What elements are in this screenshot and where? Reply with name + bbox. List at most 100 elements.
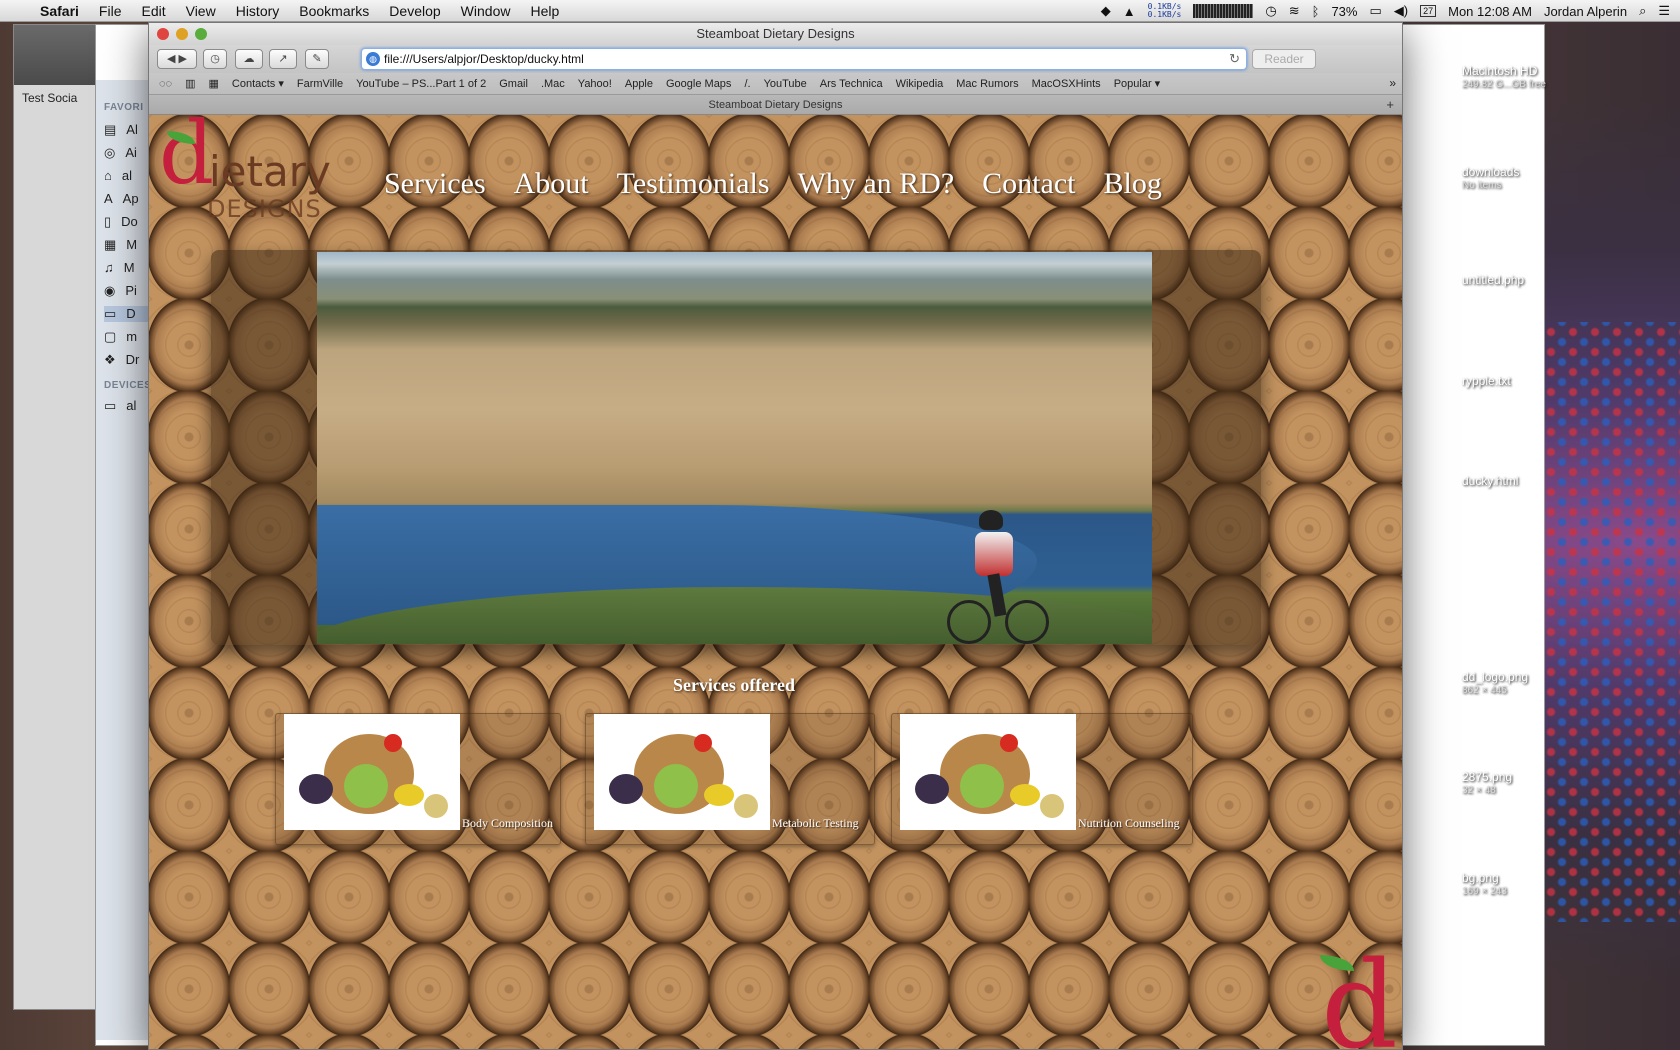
service-card-nutrition-counseling[interactable]: Nutrition Counseling bbox=[891, 713, 1193, 845]
nav-testimonials[interactable]: Testimonials bbox=[617, 167, 770, 201]
nav-contact[interactable]: Contact bbox=[982, 167, 1075, 201]
bookmark-slashdot[interactable]: /. bbox=[744, 78, 750, 90]
battery-icon[interactable]: ▭ bbox=[1369, 3, 1381, 19]
nav-services[interactable]: Services bbox=[384, 167, 486, 201]
address-bar[interactable]: ◍ file:///Users/alpjor/Desktop/ducky.htm… bbox=[361, 48, 1247, 70]
desktop-icon-downloads[interactable]: downloads No items bbox=[1462, 165, 1572, 193]
site-nav: Services About Testimonials Why an RD? C… bbox=[384, 167, 1162, 201]
desktop-icon-ducky-html[interactable]: ducky.html bbox=[1462, 474, 1572, 488]
user-name[interactable]: Jordan Alperin bbox=[1544, 4, 1627, 19]
nav-why-an-rd[interactable]: Why an RD? bbox=[798, 167, 955, 201]
bookmark-farmville[interactable]: FarmVille bbox=[297, 78, 343, 90]
new-tab-icon[interactable]: + bbox=[1386, 95, 1394, 115]
nav-about[interactable]: About bbox=[514, 167, 589, 201]
cpu-graph-icon[interactable] bbox=[1193, 4, 1254, 18]
laptop-icon: ▭ bbox=[104, 398, 117, 413]
service-card-body-composition[interactable]: Body Composition bbox=[275, 713, 561, 845]
wifi-icon[interactable]: ≋ bbox=[1289, 3, 1300, 19]
bookmark-apple[interactable]: Apple bbox=[625, 78, 653, 90]
finder-item-label: Al bbox=[126, 122, 138, 137]
menu-history[interactable]: History bbox=[226, 3, 290, 19]
window-controls bbox=[157, 28, 207, 40]
history-icon[interactable]: ◷ bbox=[203, 49, 227, 69]
menu-window[interactable]: Window bbox=[451, 3, 521, 19]
bookmark-google-maps[interactable]: Google Maps bbox=[666, 78, 731, 90]
calendar-icon[interactable]: 27 bbox=[1420, 5, 1437, 17]
nav-blog[interactable]: Blog bbox=[1103, 167, 1161, 201]
share-icon[interactable]: ↗ bbox=[269, 49, 297, 69]
desktop-icon-dd-logo-png[interactable]: dd_logo.png 862 × 445 bbox=[1462, 670, 1572, 698]
menu-edit[interactable]: Edit bbox=[131, 3, 175, 19]
zoom-button[interactable] bbox=[195, 28, 207, 40]
notification-list-icon[interactable]: ☰ bbox=[1658, 3, 1670, 19]
reading-list-icon[interactable]: ◌◌ bbox=[159, 78, 172, 90]
menu-bookmarks[interactable]: Bookmarks bbox=[289, 3, 379, 19]
bookmark-wikipedia[interactable]: Wikipedia bbox=[896, 78, 944, 90]
folder-icon: ▤ bbox=[104, 122, 117, 137]
finder-item-label: m bbox=[126, 329, 138, 344]
close-button[interactable] bbox=[157, 28, 169, 40]
cyclist-helmet bbox=[979, 510, 1003, 530]
background-tab-title[interactable]: Test Socia bbox=[22, 91, 77, 105]
desktop-icon-label: downloads bbox=[1462, 165, 1520, 179]
service-label[interactable]: Nutrition Counseling bbox=[1078, 816, 1180, 831]
desktop-icon-untitled-php[interactable]: untitled.php bbox=[1462, 273, 1572, 287]
bookmark-mac-rumors[interactable]: Mac Rumors bbox=[956, 78, 1018, 90]
icloud-tabs-icon[interactable]: ☁ bbox=[235, 49, 263, 69]
bookmark-youtube-ps[interactable]: YouTube – PS...Part 1 of 2 bbox=[356, 78, 486, 90]
bookmark-popular[interactable]: Popular ▾ bbox=[1114, 77, 1161, 90]
desktop-icon-bg-png[interactable]: bg.png 169 × 243 bbox=[1462, 871, 1572, 899]
globe-icon: ◍ bbox=[366, 52, 380, 66]
service-card-metabolic-testing[interactable]: Metabolic Testing bbox=[585, 713, 875, 845]
reload-icon[interactable]: ↻ bbox=[1229, 49, 1240, 69]
cyclist-leg bbox=[987, 573, 1007, 617]
develop-tools-icon[interactable]: ✎ bbox=[305, 49, 329, 69]
time-machine-icon[interactable]: ◷ bbox=[1265, 3, 1276, 19]
more-bookmarks-icon[interactable]: » bbox=[1389, 76, 1396, 90]
desktop-icon-2875-png[interactable]: 2875.png 32 × 48 bbox=[1462, 770, 1572, 798]
tomato-shape bbox=[384, 734, 402, 752]
finder-item-label: M bbox=[123, 260, 135, 275]
address-bar-url[interactable]: file:///Users/alpjor/Desktop/ducky.html bbox=[384, 52, 584, 66]
bookmark-youtube[interactable]: YouTube bbox=[764, 78, 807, 90]
bookmark-ars-technica[interactable]: Ars Technica bbox=[820, 78, 883, 90]
reader-button[interactable]: Reader bbox=[1252, 49, 1316, 69]
cabbage-shape bbox=[960, 764, 1004, 808]
finder-item-label: Pi bbox=[125, 283, 137, 298]
site-logo[interactable]: d ietary DESIGNS bbox=[159, 115, 359, 223]
desktop-icon-rypple-txt[interactable]: rypple.txt bbox=[1462, 374, 1572, 388]
dropbox-icon[interactable]: ◆ bbox=[1101, 3, 1111, 19]
menu-view[interactable]: View bbox=[176, 3, 226, 19]
desktop-icon-label: untitled.php bbox=[1462, 273, 1525, 287]
bookmark-contacts[interactable]: Contacts ▾ bbox=[232, 77, 284, 90]
bookmark-yahoo[interactable]: Yahoo! bbox=[578, 78, 612, 90]
battery-percent[interactable]: 73% bbox=[1331, 4, 1357, 19]
service-label[interactable]: Metabolic Testing bbox=[772, 816, 859, 831]
finder-sidebar: FAVORI ▤ Al ◎ Ai ⌂ al A Ap ▯ Do ▦ M ♫ M ◉ Pi ▭ D … bbox=[96, 80, 164, 1040]
back-forward-button[interactable]: ◀ ▶ bbox=[157, 49, 197, 69]
safari-window[interactable]: Steamboat Dietary Designs ◀ ▶ ◷ ☁ ↗ ✎ ◍ … bbox=[148, 22, 1403, 1050]
clock[interactable]: Mon 12:08 AM bbox=[1448, 4, 1532, 19]
bookmark-macosxhints[interactable]: MacOSXHints bbox=[1032, 78, 1101, 90]
bike-wheel bbox=[1005, 600, 1049, 644]
menu-help[interactable]: Help bbox=[520, 3, 569, 19]
bookmark-gmail[interactable]: Gmail bbox=[499, 78, 528, 90]
tab-title[interactable]: Steamboat Dietary Designs bbox=[709, 99, 843, 111]
minimize-button[interactable] bbox=[176, 28, 188, 40]
service-label[interactable]: Body Composition bbox=[462, 816, 553, 831]
desktop-icon-label: 2875.png bbox=[1462, 770, 1513, 784]
bluetooth-icon[interactable]: ᛒ bbox=[1312, 4, 1320, 19]
tomato-shape bbox=[694, 734, 712, 752]
drive-icon[interactable]: ▲ bbox=[1123, 4, 1136, 19]
desktop-icon-macintosh-hd[interactable]: Macintosh HD 249.82 G...GB free bbox=[1462, 64, 1572, 92]
spotlight-search-icon[interactable]: ⌕ bbox=[1639, 3, 1646, 19]
volume-icon[interactable]: ◀) bbox=[1394, 3, 1408, 19]
services-heading: Services offered bbox=[672, 675, 796, 695]
menu-app-name[interactable]: Safari bbox=[30, 3, 89, 19]
bookmarks-book-icon[interactable]: ▥ bbox=[185, 77, 195, 90]
menu-develop[interactable]: Develop bbox=[379, 3, 450, 19]
top-sites-icon[interactable]: ▦ bbox=[208, 77, 218, 90]
safari-titlebar: Steamboat Dietary Designs bbox=[149, 23, 1402, 45]
bookmark-mac[interactable]: .Mac bbox=[541, 78, 565, 90]
menu-file[interactable]: File bbox=[89, 3, 132, 19]
